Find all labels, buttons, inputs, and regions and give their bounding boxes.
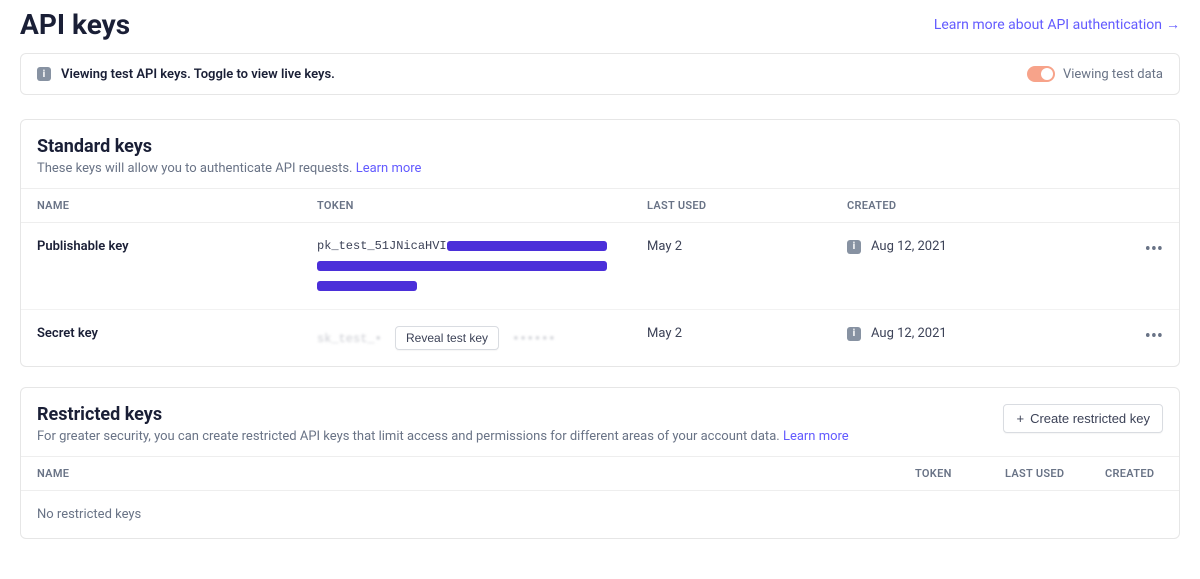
standard-keys-title: Standard keys: [37, 136, 421, 157]
token-cell[interactable]: pk_test_51JNicaHVI: [301, 223, 631, 310]
col-last-used: LAST USED: [631, 189, 831, 223]
create-restricted-key-button[interactable]: + Create restricted key: [1003, 404, 1163, 433]
toggle-knob: [1041, 68, 1053, 80]
page-title: API keys: [20, 8, 130, 41]
col-created: CREATED: [831, 189, 1129, 223]
info-icon: i: [37, 67, 51, 81]
more-horizontal-icon: •••: [1145, 326, 1163, 347]
last-used: May 2: [631, 223, 831, 310]
empty-state-text: No restricted keys: [21, 491, 1179, 539]
secret-blur-left: sk_test_•: [317, 332, 382, 346]
arrow-right-icon: →: [1166, 16, 1180, 33]
test-mode-banner: i Viewing test API keys. Toggle to view …: [20, 53, 1180, 95]
standard-keys-description: These keys will allow you to authenticat…: [37, 161, 352, 176]
more-horizontal-icon: •••: [1145, 239, 1163, 260]
token-prefix: pk_test_51JNicaHVI: [317, 239, 447, 253]
reveal-key-button[interactable]: Reveal test key: [395, 326, 499, 350]
table-row: Secret key sk_test_• Reveal test key •••…: [21, 310, 1179, 367]
key-name: Publishable key: [21, 223, 301, 310]
col-name: NAME: [21, 457, 899, 491]
restricted-keys-table: NAME TOKEN LAST USED CREATED No restrict…: [21, 456, 1179, 538]
create-button-label: Create restricted key: [1030, 411, 1150, 426]
restricted-keys-description: For greater security, you can create res…: [37, 429, 780, 444]
empty-state-row: No restricted keys: [21, 491, 1179, 539]
restricted-learn-more-link[interactable]: Learn more: [783, 429, 849, 444]
created-date: Aug 12, 2021: [871, 326, 947, 341]
restricted-keys-section: Restricted keys For greater security, yo…: [20, 387, 1180, 539]
standard-keys-section: Standard keys These keys will allow you …: [20, 119, 1180, 367]
info-icon: i: [847, 327, 861, 341]
learn-more-auth-link[interactable]: Learn more about API authentication →: [934, 16, 1180, 33]
col-created: CREATED: [1089, 457, 1179, 491]
redacted-token-part: [317, 281, 417, 291]
banner-message: Viewing test API keys. Toggle to view li…: [61, 67, 335, 82]
table-row: Publishable key pk_test_51JNicaHVI May 2…: [21, 223, 1179, 310]
created-date: Aug 12, 2021: [871, 239, 947, 254]
test-mode-toggle[interactable]: [1027, 66, 1055, 82]
col-last-used: LAST USED: [989, 457, 1089, 491]
standard-keys-table: NAME TOKEN LAST USED CREATED Publishable…: [21, 188, 1179, 366]
row-actions-button[interactable]: •••: [1129, 223, 1179, 310]
restricted-keys-title: Restricted keys: [37, 404, 849, 425]
plus-icon: +: [1016, 411, 1024, 426]
row-actions-button[interactable]: •••: [1129, 310, 1179, 367]
toggle-label: Viewing test data: [1063, 67, 1163, 82]
redacted-token-part: [317, 261, 607, 271]
secret-blur-right: ••••••: [512, 332, 555, 346]
token-cell: sk_test_• Reveal test key ••••••: [301, 310, 631, 367]
col-token: TOKEN: [301, 189, 631, 223]
last-used: May 2: [631, 310, 831, 367]
learn-more-auth-label: Learn more about API authentication: [934, 17, 1162, 33]
col-token: TOKEN: [899, 457, 989, 491]
col-name: NAME: [21, 189, 301, 223]
redacted-token-part: [447, 241, 607, 251]
key-name: Secret key: [21, 310, 301, 367]
standard-learn-more-link[interactable]: Learn more: [356, 161, 422, 176]
info-icon: i: [847, 240, 861, 254]
